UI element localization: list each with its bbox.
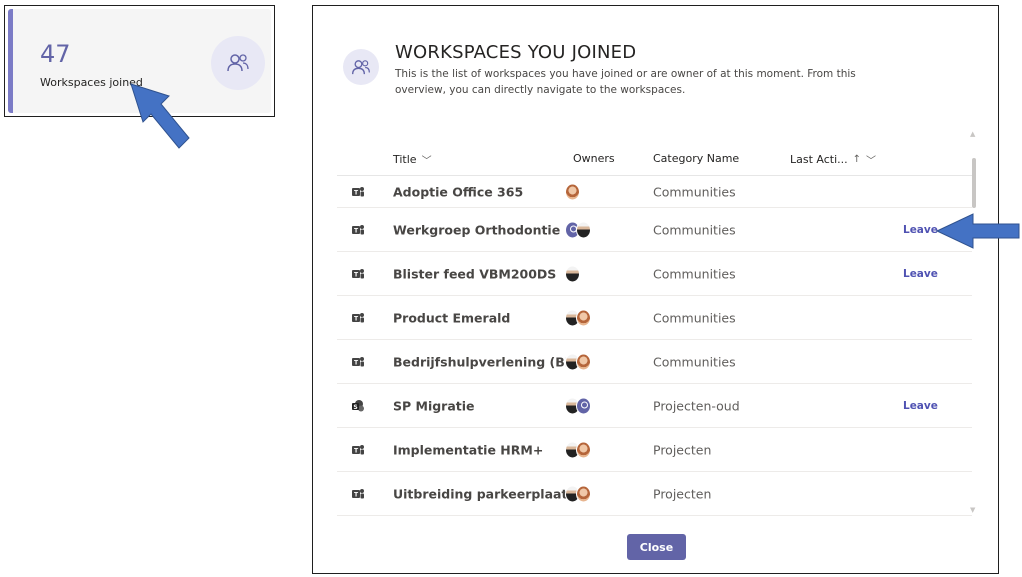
category-name: Communities xyxy=(653,184,736,199)
workspace-title[interactable]: Uitbreiding parkeerplaats xyxy=(393,486,575,501)
table-row[interactable]: T Adoptie Office 365 Communities xyxy=(337,176,972,208)
owners-avatars xyxy=(565,485,591,502)
avatar xyxy=(576,221,591,238)
annotation-arrow-left xyxy=(935,213,1020,249)
teams-icon: T xyxy=(351,185,365,199)
chevron-down-icon: ﹀ xyxy=(421,156,432,167)
workspaces-count: 47 xyxy=(40,40,71,68)
leave-link[interactable]: Leave xyxy=(903,400,938,412)
dialog-title: WORKSPACES YOU JOINED xyxy=(395,42,637,63)
table-row[interactable]: T Werkgroep Orthodontie Communities Leave xyxy=(337,208,972,252)
workspace-title[interactable]: Adoptie Office 365 xyxy=(393,184,523,199)
owners-avatars xyxy=(565,183,580,200)
owners-avatars xyxy=(565,221,591,238)
annotation-arrow-diagonal xyxy=(130,83,190,149)
table-row[interactable]: T Implementatie HRM+ Projecten xyxy=(337,428,972,472)
category-name: Projecten-oud xyxy=(653,398,740,413)
scrollbar-thumb[interactable] xyxy=(972,158,976,208)
svg-text:S: S xyxy=(353,404,357,411)
table-row[interactable]: S SP Migratie Projecten-oud Leave xyxy=(337,384,972,428)
avatar xyxy=(576,353,591,370)
column-category[interactable]: Category Name xyxy=(653,152,739,165)
column-title-label: Title xyxy=(393,153,417,166)
table-row[interactable]: T Blister feed VBM200DS Communities Leave xyxy=(337,252,972,296)
table-header: Title ﹀ Owners Category Name Last Acti..… xyxy=(337,146,972,176)
table-row[interactable]: T Bedrijfshulpverlening (BHV) Communities xyxy=(337,340,972,384)
people-icon xyxy=(211,36,265,90)
teams-icon: T xyxy=(351,223,365,237)
avatar xyxy=(576,441,591,458)
scroll-up-arrow[interactable]: ▲ xyxy=(970,130,975,138)
leave-link[interactable]: Leave xyxy=(903,224,938,236)
avatar xyxy=(576,485,591,502)
teams-icon: T xyxy=(351,267,365,281)
workspace-title[interactable]: Blister feed VBM200DS xyxy=(393,266,556,281)
close-button[interactable]: Close xyxy=(627,534,686,560)
workspace-title[interactable]: Werkgroep Orthodontie xyxy=(393,222,560,237)
avatar xyxy=(565,265,580,282)
owners-avatars xyxy=(565,309,591,326)
workspace-title[interactable]: SP Migratie xyxy=(393,398,475,413)
teams-icon: T xyxy=(351,311,365,325)
teams-icon: T xyxy=(351,443,365,457)
category-name: Communities xyxy=(653,266,736,281)
teams-icon: T xyxy=(351,487,365,501)
dialog-description: This is the list of workspaces you have … xyxy=(395,68,856,96)
table-row[interactable]: T Uitbreiding parkeerplaats Projecten xyxy=(337,472,972,516)
default-avatar-icon xyxy=(576,397,591,414)
workspace-list: T Adoptie Office 365 Communities T Werkgroep… xyxy=(337,176,972,516)
chevron-down-icon: ﹀ xyxy=(866,156,877,167)
avatar xyxy=(565,183,580,200)
leave-link[interactable]: Leave xyxy=(903,268,938,280)
scroll-down-arrow[interactable]: ▼ xyxy=(970,506,975,514)
column-last-activity-label: Last Acti... xyxy=(790,153,848,166)
column-owners-label: Owners xyxy=(573,152,615,165)
workspace-title[interactable]: Bedrijfshulpverlening (BHV) xyxy=(393,354,591,369)
category-name: Communities xyxy=(653,354,736,369)
teams-icon: T xyxy=(351,355,365,369)
sharepoint-icon: S xyxy=(351,399,365,413)
owners-avatars xyxy=(565,397,591,414)
category-name: Projecten xyxy=(653,442,712,457)
avatar xyxy=(576,309,591,326)
owners-avatars xyxy=(565,441,591,458)
owners-avatars xyxy=(565,265,580,282)
workspaces-dialog: WORKSPACES YOU JOINED This is the list o… xyxy=(312,5,999,574)
category-name: Communities xyxy=(653,222,736,237)
owners-avatars xyxy=(565,353,591,370)
column-owners[interactable]: Owners xyxy=(573,152,615,165)
category-name: Communities xyxy=(653,310,736,325)
workspace-title[interactable]: Implementatie HRM+ xyxy=(393,442,543,457)
column-category-label: Category Name xyxy=(653,152,740,165)
column-title[interactable]: Title ﹀ xyxy=(393,152,432,167)
column-last-activity[interactable]: Last Acti... ↑ ﹀ xyxy=(790,152,876,167)
people-icon xyxy=(343,49,379,85)
table-row[interactable]: T Product Emerald Communities xyxy=(337,296,972,340)
sort-ascending-icon: ↑ xyxy=(852,154,862,165)
workspace-title[interactable]: Product Emerald xyxy=(393,310,510,325)
category-name: Projecten xyxy=(653,486,712,501)
